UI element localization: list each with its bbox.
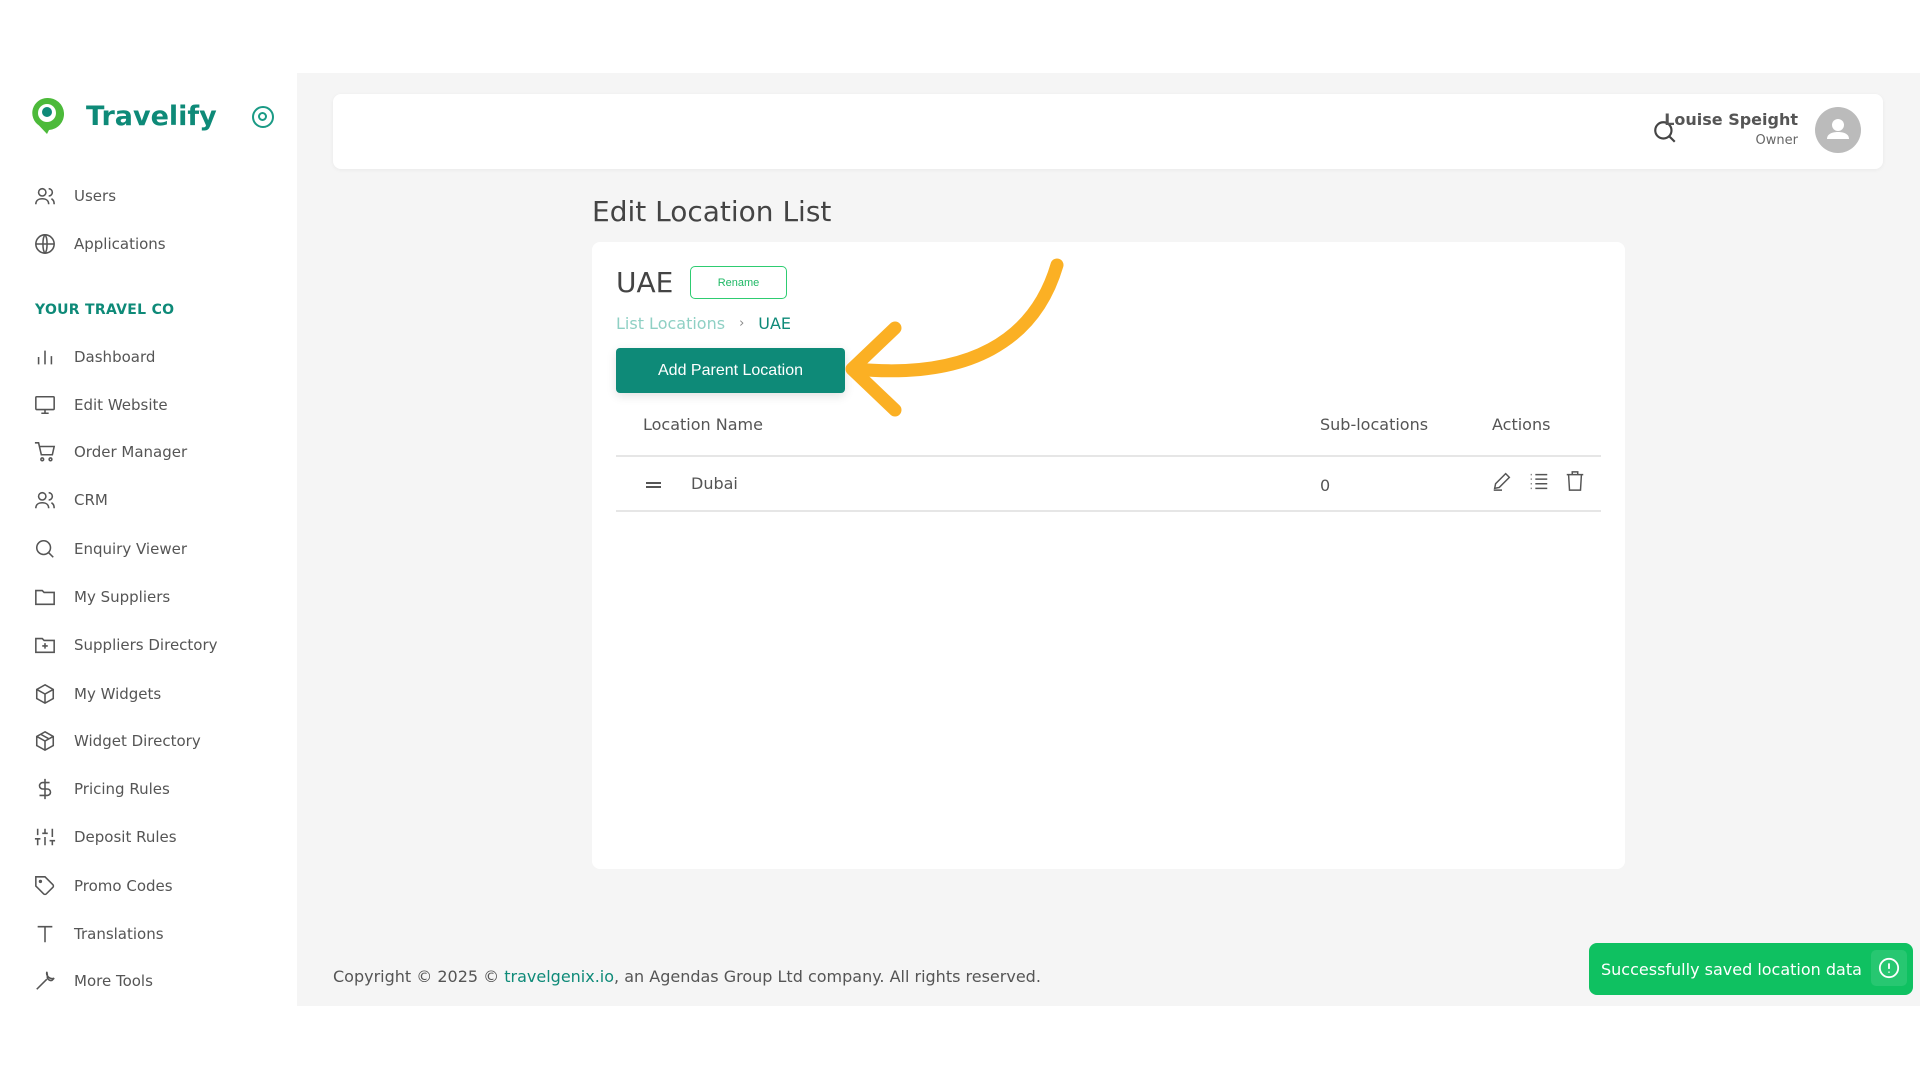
footer: Copyright © 2025 © travelgenix.io, an Ag… xyxy=(333,967,1041,986)
footer-suffix: , an Agendas Group Ltd company. All righ… xyxy=(614,967,1041,986)
footer-copyright: Copyright © 2025 © xyxy=(333,967,504,986)
alert-circle-icon[interactable] xyxy=(1871,950,1907,986)
annotation-arrow-icon xyxy=(0,0,1920,1080)
footer-link[interactable]: travelgenix.io xyxy=(504,967,614,986)
success-toast[interactable]: Successfully saved location data xyxy=(1589,943,1913,995)
toast-message: Successfully saved location data xyxy=(1601,960,1862,979)
